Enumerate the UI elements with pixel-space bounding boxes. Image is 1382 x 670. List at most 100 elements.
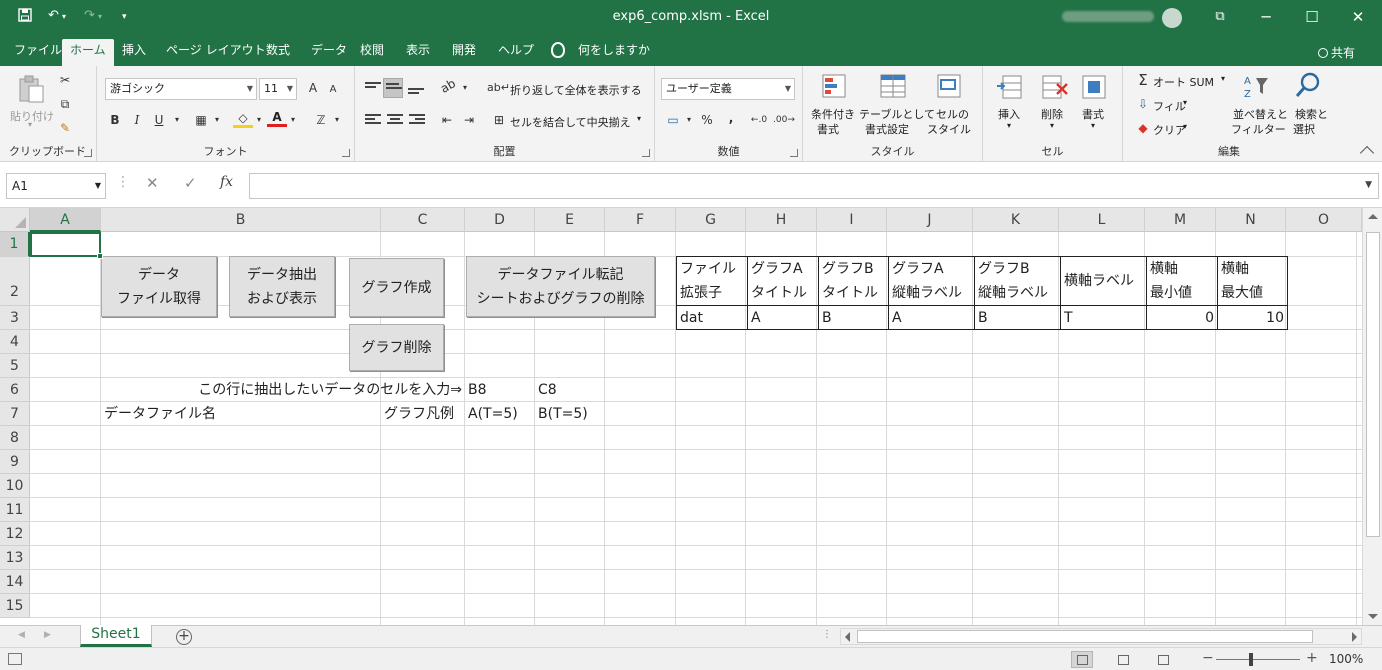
row-header-7[interactable]: 7 [0, 402, 30, 426]
row-header-5[interactable]: 5 [0, 354, 30, 378]
ribbon-display-options-button[interactable]: ⧉ [1197, 0, 1243, 34]
share-button[interactable]: 共有 [1318, 44, 1355, 61]
sort-filter-label-2[interactable]: フィルター [1231, 121, 1286, 137]
insert-cells-icon[interactable] [995, 72, 1025, 102]
cell-h2[interactable]: グラフA タイトル [747, 256, 819, 306]
column-header-c[interactable]: C [381, 208, 465, 232]
align-right-icon[interactable] [409, 114, 425, 126]
column-header-d[interactable]: D [465, 208, 535, 232]
font-color-dropdown-icon[interactable]: ▾ [283, 110, 303, 130]
underline-button[interactable]: U [149, 110, 169, 130]
tab-splitter-icon[interactable]: ⋮ [822, 629, 832, 640]
zoom-level[interactable]: 100% [1329, 652, 1363, 666]
page-break-preview-button[interactable] [1152, 651, 1174, 668]
cell-styles-label-1[interactable]: セルの [936, 106, 969, 122]
cell-d7[interactable]: A(T=5) [465, 402, 535, 426]
column-header-i[interactable]: I [817, 208, 887, 232]
font-size-select[interactable]: 11 ▼ [259, 78, 297, 100]
row-header-13[interactable]: 13 [0, 546, 30, 570]
zoom-slider[interactable] [1216, 659, 1300, 660]
align-bottom-icon[interactable] [408, 84, 424, 96]
align-top-icon[interactable] [365, 82, 381, 94]
alignment-launcher-icon[interactable] [642, 149, 650, 157]
cell-styles-label-2[interactable]: スタイル [927, 121, 971, 137]
insert-dropdown-icon[interactable]: ▾ [1007, 121, 1011, 130]
paste-icon[interactable] [16, 74, 46, 104]
next-sheet-icon[interactable]: ▶ [44, 630, 51, 640]
scroll-down-icon[interactable] [1368, 614, 1378, 619]
column-header-b[interactable]: B [101, 208, 381, 232]
cut-icon[interactable]: ✂ [55, 70, 75, 90]
tab-help[interactable]: ヘルプ [490, 39, 542, 66]
format-as-table-icon[interactable] [878, 72, 908, 102]
cell-n2[interactable]: 横軸 最大値 [1217, 256, 1288, 306]
decrease-decimal-icon[interactable]: .00→ [773, 110, 795, 130]
row-header-12[interactable]: 12 [0, 522, 30, 546]
cell-d6[interactable]: B8 [465, 378, 535, 402]
find-select-label-1[interactable]: 検索と [1295, 106, 1328, 122]
fill-dropdown-icon[interactable]: ▾ [1183, 98, 1187, 107]
tab-view[interactable]: 表示 [398, 39, 438, 66]
copy-icon[interactable]: ⧉ [55, 94, 75, 114]
column-header-o[interactable]: O [1286, 208, 1362, 232]
paste-dropdown-icon[interactable]: ▾ [28, 120, 32, 129]
normal-view-button[interactable] [1071, 651, 1093, 668]
cell-m2[interactable]: 横軸 最小値 [1146, 256, 1218, 306]
row-header-9[interactable]: 9 [0, 450, 30, 474]
formula-bar-grip-icon[interactable]: ⋮ [116, 174, 132, 190]
borders-dropdown-icon[interactable]: ▾ [207, 110, 227, 130]
sort-filter-icon[interactable]: AZ [1241, 72, 1271, 102]
merge-center-button[interactable]: セルを結合して中央揃え [510, 114, 631, 130]
cell-j2[interactable]: グラフA 縦軸ラベル [888, 256, 975, 306]
cell-c7[interactable]: グラフ凡例 [381, 402, 465, 426]
zoom-slider-thumb[interactable] [1249, 653, 1253, 666]
maximize-button[interactable]: ☐ [1289, 0, 1335, 34]
find-select-icon[interactable] [1293, 70, 1323, 100]
column-header-f[interactable]: F [605, 208, 676, 232]
clipboard-launcher-icon[interactable] [84, 149, 92, 157]
delete-cells-button[interactable]: 削除 [1041, 106, 1063, 122]
font-name-select[interactable]: 游ゴシック ▼ [105, 78, 257, 100]
zoom-in-button[interactable]: + [1306, 650, 1318, 666]
conditional-formatting-label-1[interactable]: 条件付き [811, 106, 855, 122]
comma-button[interactable]: , [721, 108, 741, 128]
column-header-h[interactable]: H [746, 208, 817, 232]
delete-dropdown-icon[interactable]: ▾ [1050, 121, 1054, 130]
row-header-1[interactable]: 1 [0, 232, 30, 257]
find-select-label-2[interactable]: 選択 [1293, 121, 1315, 137]
increase-indent-icon[interactable]: ⇥ [459, 110, 479, 130]
tab-review[interactable]: 校閲 [352, 39, 392, 66]
name-box[interactable]: A1 ▼ [6, 173, 106, 199]
format-as-table-label-1[interactable]: テーブルとして [859, 106, 935, 122]
grow-font-button[interactable]: A [303, 78, 323, 98]
tab-formulas[interactable]: 数式 [258, 39, 298, 66]
sort-filter-label-1[interactable]: 並べ替えと [1233, 106, 1288, 122]
fill-button[interactable]: フィル [1153, 98, 1186, 114]
cell-m3[interactable]: 0 [1146, 305, 1218, 330]
horizontal-scroll-thumb[interactable] [857, 630, 1313, 643]
clear-dropdown-icon[interactable]: ▾ [1183, 122, 1187, 131]
wrap-text-button[interactable]: 折り返して全体を表示する [510, 82, 642, 98]
merge-dropdown-icon[interactable]: ▾ [637, 114, 641, 123]
vertical-scroll-thumb[interactable] [1366, 232, 1380, 537]
cell-j3[interactable]: A [888, 305, 975, 330]
column-header-a[interactable]: A [30, 208, 101, 232]
column-header-l[interactable]: L [1059, 208, 1145, 232]
insert-cells-button[interactable]: 挿入 [998, 106, 1020, 122]
fill-handle[interactable] [97, 253, 103, 259]
shrink-font-button[interactable]: A [323, 80, 343, 100]
vertical-scrollbar[interactable] [1362, 208, 1382, 625]
row-header-3[interactable]: 3 [0, 306, 30, 330]
fill-color-dropdown-icon[interactable]: ▾ [249, 110, 269, 130]
cell-l3[interactable]: T [1060, 305, 1147, 330]
format-as-table-label-2[interactable]: 書式設定 [865, 121, 909, 137]
delete-cells-icon[interactable] [1039, 72, 1069, 102]
tab-file[interactable]: ファイル [6, 39, 70, 66]
tab-page-layout[interactable]: ページ レイアウト [158, 39, 274, 66]
autosum-icon[interactable]: Σ [1133, 70, 1153, 90]
format-painter-icon[interactable]: ✎ [55, 118, 75, 138]
minimize-button[interactable]: ─ [1243, 0, 1289, 34]
formula-input[interactable]: ▼ [249, 173, 1379, 199]
scroll-left-icon[interactable] [845, 632, 850, 642]
row-header-4[interactable]: 4 [0, 330, 30, 354]
